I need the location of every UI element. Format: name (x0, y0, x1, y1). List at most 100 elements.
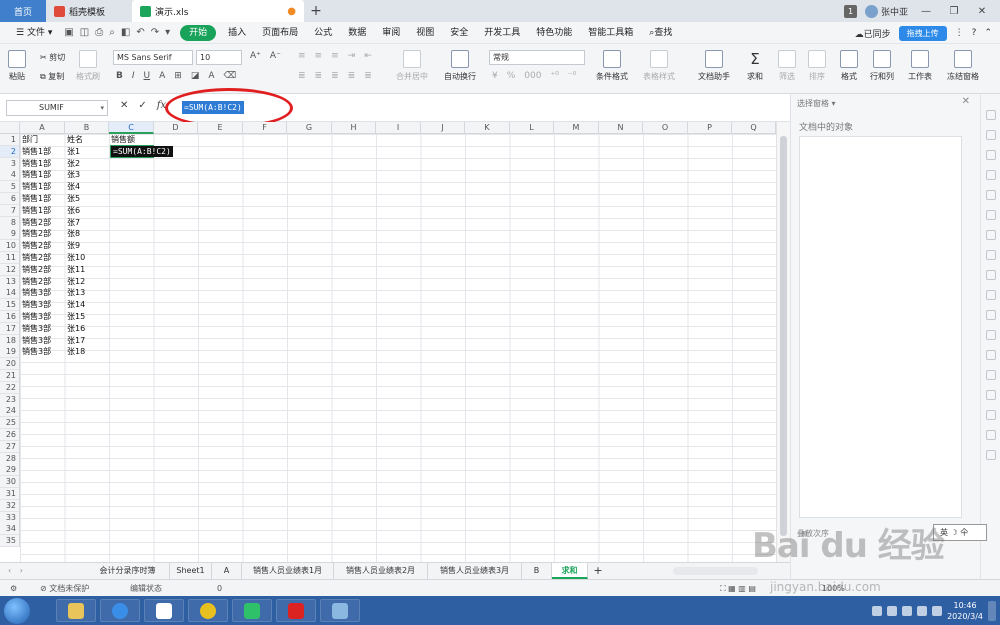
tray-cloud-icon[interactable] (887, 605, 898, 616)
cell-header-department[interactable]: 部门 (22, 134, 38, 146)
taskbar-browser[interactable] (100, 599, 140, 622)
table-row-department[interactable]: 销售2部 (22, 217, 51, 229)
column-header-k[interactable]: K (465, 122, 510, 134)
align-bottom-icon[interactable]: ≡ (331, 51, 339, 61)
row-header-19[interactable]: 19 (0, 346, 20, 359)
translate-tool-icon[interactable] (986, 410, 996, 420)
column-header-j[interactable]: J (421, 122, 465, 134)
view-icons[interactable]: ⛶ ▦ ▥ ▤ (720, 580, 756, 597)
taskbar-app[interactable] (188, 599, 228, 622)
redo-icon[interactable]: ↷ (151, 27, 159, 38)
merge-center-button[interactable]: 合并居中 (396, 50, 428, 82)
table-row-name[interactable]: 张14 (67, 299, 85, 311)
table-row-department[interactable]: 销售3部 (22, 299, 51, 311)
table-style-button[interactable]: 表格样式 (643, 50, 675, 82)
sheet-tab-feb[interactable]: 销售人员业绩表2月 (334, 563, 428, 579)
table-row-department[interactable]: 销售2部 (22, 228, 51, 240)
column-header-m[interactable]: M (554, 122, 599, 134)
table-row-name[interactable]: 张15 (67, 311, 85, 323)
tab-template[interactable]: 稻壳模板 (46, 0, 132, 22)
italic-icon[interactable]: I (132, 71, 135, 81)
align-right-icon[interactable]: ≣ (331, 71, 339, 81)
share-tool-icon[interactable] (986, 230, 996, 240)
confirm-icon[interactable]: ✓ (138, 100, 146, 111)
table-row-department[interactable]: 销售3部 (22, 323, 51, 335)
font-color-icon[interactable]: A (208, 71, 214, 81)
decrease-decimal-icon[interactable]: ⁻⁰ (568, 71, 576, 81)
row-header-13[interactable]: 13 (0, 275, 20, 288)
table-row-name[interactable]: 张17 (67, 335, 85, 347)
select-all-corner[interactable] (0, 122, 20, 134)
column-header-e[interactable]: E (198, 122, 243, 134)
history-tool-icon[interactable] (986, 250, 996, 260)
taskbar-paint[interactable] (320, 599, 360, 622)
more-icon[interactable]: ⋮ (955, 28, 964, 38)
shrink-font-icon[interactable]: A⁻ (270, 51, 281, 61)
start-button[interactable] (4, 598, 30, 624)
row-header-9[interactable]: 9 (0, 228, 20, 241)
column-header-q[interactable]: Q (732, 122, 776, 134)
row-header-29[interactable]: 29 (0, 464, 20, 477)
column-header-h[interactable]: H (332, 122, 376, 134)
row-header-5[interactable]: 5 (0, 181, 20, 194)
close-button[interactable]: ✕ (972, 6, 992, 17)
fill-color-icon[interactable]: ◪ (191, 71, 200, 81)
percent-icon[interactable]: % (507, 71, 516, 81)
menu-formulas[interactable]: 公式 (306, 22, 340, 44)
table-row-department[interactable]: 销售2部 (22, 276, 51, 288)
sort-button[interactable]: 排序 (808, 50, 826, 82)
taskbar-wps[interactable] (276, 599, 316, 622)
lock-tool-icon[interactable] (986, 330, 996, 340)
wrap-text-button[interactable]: 自动换行 (444, 50, 476, 82)
row-header-23[interactable]: 23 (0, 393, 20, 406)
table-row-department[interactable]: 销售1部 (22, 158, 51, 170)
row-header-4[interactable]: 4 (0, 169, 20, 182)
select-tool-icon[interactable] (986, 110, 996, 120)
table-row-department[interactable]: 销售3部 (22, 335, 51, 347)
menu-developer[interactable]: 开发工具 (476, 22, 528, 44)
grow-font-icon[interactable]: A⁺ (250, 51, 261, 61)
row-header-25[interactable]: 25 (0, 417, 20, 430)
maximize-button[interactable]: ❐ (944, 6, 964, 17)
row-header-3[interactable]: 3 (0, 157, 20, 170)
row-col-button[interactable]: 行和列 (870, 50, 894, 82)
table-row-department[interactable]: 销售3部 (22, 287, 51, 299)
taskbar-explorer[interactable] (56, 599, 96, 622)
font-size-select[interactable]: 10 (196, 50, 242, 65)
increase-decimal-icon[interactable]: ⁺⁰ (550, 71, 558, 81)
menu-insert[interactable]: 插入 (220, 22, 254, 44)
menu-data[interactable]: 数据 (340, 22, 374, 44)
minimize-button[interactable]: — (916, 6, 936, 17)
customize-icon[interactable]: ▾ (165, 27, 170, 38)
format-button[interactable]: 格式 (840, 50, 858, 82)
table-row-department[interactable]: 销售2部 (22, 252, 51, 264)
table-row-name[interactable]: 张12 (67, 276, 85, 288)
tab-file[interactable]: 演示.xls ● (132, 0, 304, 22)
table-row-department[interactable]: 销售1部 (22, 181, 51, 193)
style-tool-icon[interactable] (986, 170, 996, 180)
column-header-g[interactable]: G (287, 122, 332, 134)
menu-view[interactable]: 视图 (408, 22, 442, 44)
shapes-tool-icon[interactable] (986, 130, 996, 140)
align-left-icon[interactable]: ≣ (298, 71, 306, 81)
print-icon[interactable]: ⎙ (95, 27, 103, 38)
save-icon[interactable]: ▣ (64, 27, 73, 38)
font-family-select[interactable]: MS Sans Serif (113, 50, 193, 65)
sheet-tab-a[interactable]: A (212, 563, 242, 579)
format-painter-button[interactable]: 格式刷 (76, 50, 100, 82)
protection-status[interactable]: ⊘ 文档未保护 (40, 580, 89, 597)
sheet-tab-jan[interactable]: 销售人员业绩表1月 (242, 563, 334, 579)
sheet-tab-sheet1[interactable]: Sheet1 (170, 563, 212, 579)
currency-icon[interactable]: ¥ (492, 71, 498, 81)
help-tool-icon[interactable] (986, 430, 996, 440)
justify-icon[interactable]: ≣ (348, 71, 356, 81)
tray-network-icon[interactable] (917, 605, 928, 616)
pane-close-icon[interactable]: ✕ (962, 96, 970, 107)
comment-tool-icon[interactable] (986, 270, 996, 280)
table-row-department[interactable]: 销售3部 (22, 346, 51, 358)
menu-page-layout[interactable]: 页面布局 (254, 22, 306, 44)
taskbar-player[interactable] (232, 599, 272, 622)
outdent-icon[interactable]: ⇤ (364, 51, 372, 61)
row-header-12[interactable]: 12 (0, 263, 20, 276)
table-row-name[interactable]: 张1 (67, 146, 80, 158)
